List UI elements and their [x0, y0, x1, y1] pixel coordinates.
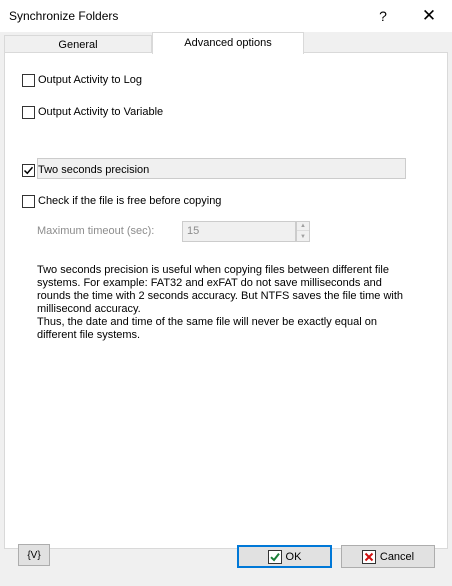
check-free-label: Check if the file is free before copying	[38, 195, 222, 207]
ok-check-icon	[267, 549, 282, 564]
spin-down-arrow-icon[interactable]: ▼	[297, 232, 309, 241]
two-seconds-label: Two seconds precision	[38, 164, 150, 176]
dialog-client-area: General Advanced options Output Activity…	[0, 32, 452, 586]
check-free-checkbox[interactable]	[22, 194, 35, 208]
output-variable-option[interactable]: Output Activity to Variable	[22, 105, 163, 119]
timeout-spinner[interactable]: ▲ ▼	[296, 221, 310, 242]
cancel-label: Cancel	[379, 550, 415, 563]
timeout-input[interactable]: 15	[182, 221, 296, 242]
help-button[interactable]: ?	[372, 5, 394, 27]
precision-info-text: Two seconds precision is useful when cop…	[37, 264, 404, 341]
ok-button[interactable]: OK	[237, 545, 332, 568]
output-log-label: Output Activity to Log	[38, 74, 142, 86]
output-variable-checkbox[interactable]	[22, 105, 35, 119]
check-free-option[interactable]: Check if the file is free before copying	[22, 194, 221, 208]
two-seconds-option[interactable]: Two seconds precision	[22, 163, 149, 177]
ok-label: OK	[285, 550, 302, 563]
cancel-button[interactable]: Cancel	[341, 545, 435, 568]
two-seconds-checkbox[interactable]	[22, 163, 35, 177]
tab-general[interactable]: General	[4, 35, 152, 53]
advanced-options-panel: Output Activity to Log Output Activity t…	[4, 52, 448, 549]
window-title: Synchronize Folders	[9, 9, 119, 23]
output-log-option[interactable]: Output Activity to Log	[22, 73, 142, 87]
checkmark-icon	[23, 166, 34, 174]
output-variable-label: Output Activity to Variable	[38, 106, 164, 118]
output-log-checkbox[interactable]	[22, 73, 35, 87]
spin-up-arrow-icon[interactable]: ▲	[297, 222, 309, 231]
timeout-label: Maximum timeout (sec):	[37, 225, 155, 237]
tab-advanced-options[interactable]: Advanced options	[152, 32, 304, 54]
insert-variable-button[interactable]: {V}	[18, 544, 50, 566]
cancel-x-icon	[361, 549, 376, 564]
close-button[interactable]: ✕	[417, 5, 441, 27]
title-bar: Synchronize Folders ? ✕	[0, 0, 452, 32]
